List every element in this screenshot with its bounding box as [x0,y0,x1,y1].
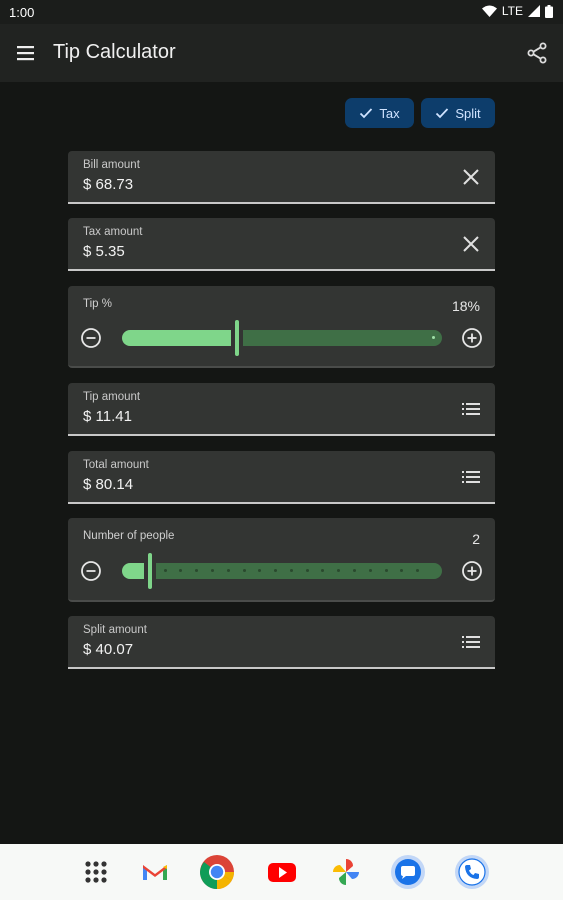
tip-slider-thumb[interactable] [235,320,239,356]
total-amount-value: $ 80.14 [83,476,134,493]
people-slider-step-dot [179,569,182,572]
tip-percent-label: Tip % [83,298,112,310]
list-icon[interactable] [459,397,483,421]
tax-chip[interactable]: Tax [345,98,414,128]
tip-amount-field: Tip amount $ 11.41 [68,383,495,436]
gmail-icon[interactable] [136,853,174,891]
status-bar: 1:00 LTE [0,0,563,24]
tax-amount-label: Tax amount [83,226,143,238]
number-of-people-card: Number of people 2 [68,518,495,602]
photos-icon[interactable] [327,853,365,891]
total-amount-label: Total amount [83,459,149,471]
tip-slider-end-dot [432,336,435,339]
dock-bar [0,844,563,900]
tax-amount-field[interactable]: Tax amount $ 5.35 [68,218,495,271]
split-amount-field: Split amount $ 40.07 [68,616,495,669]
status-time: 1:00 [9,5,35,20]
increase-tip-button[interactable] [461,327,483,349]
people-slider-step-dot [385,569,388,572]
split-chip[interactable]: Split [421,98,495,128]
tip-slider-active-track [122,330,231,346]
decrease-people-button[interactable] [80,560,102,582]
tip-slider-inactive-track [243,330,442,346]
page-title: Tip Calculator [53,41,176,63]
youtube-icon[interactable] [263,853,301,891]
people-slider-step-dot [274,569,277,572]
tax-amount-value[interactable]: $ 5.35 [83,243,125,260]
check-icon [436,108,449,119]
list-icon[interactable] [459,630,483,654]
people-slider[interactable] [122,553,442,589]
people-slider-step-dot [321,569,324,572]
people-slider-step-dot [227,569,230,572]
people-slider-step-dot [353,569,356,572]
messages-icon[interactable] [389,853,427,891]
number-of-people-value: 2 [472,531,480,547]
hamburger-menu-icon[interactable] [14,42,38,64]
people-slider-step-dot [337,569,340,572]
network-type: LTE [501,4,523,18]
people-slider-step-dot [369,569,372,572]
people-slider-thumb[interactable] [148,553,152,589]
number-of-people-label: Number of people [83,530,175,542]
people-slider-step-dot [258,569,261,572]
increase-people-button[interactable] [461,560,483,582]
tip-percent-card: Tip % 18% [68,286,495,368]
people-slider-step-dot [195,569,198,572]
chrome-icon[interactable] [198,853,236,891]
app-drawer-icon[interactable] [77,853,115,891]
split-amount-value: $ 40.07 [83,641,134,658]
tip-slider[interactable] [122,320,442,356]
tax-chip-label: Tax [379,105,400,121]
share-icon[interactable] [525,41,549,65]
people-slider-step-dot [243,569,246,572]
people-slider-active-track [122,563,144,579]
app-bar: Tip Calculator [0,24,563,82]
bill-amount-field[interactable]: Bill amount $ 68.73 [68,151,495,204]
split-amount-label: Split amount [83,624,147,636]
people-slider-step-dot [306,569,309,572]
phone-icon[interactable] [453,853,491,891]
wifi-icon [481,5,497,17]
bill-amount-label: Bill amount [83,159,140,171]
people-slider-step-dot [290,569,293,572]
clear-tax-icon[interactable] [459,232,483,256]
status-icons: LTE [481,4,553,18]
list-icon[interactable] [459,465,483,489]
signal-icon [528,5,540,17]
people-slider-step-dot [416,569,419,572]
bill-amount-value[interactable]: $ 68.73 [83,176,133,193]
decrease-tip-button[interactable] [80,327,102,349]
tip-percent-value: 18% [451,298,480,314]
people-slider-step-dot [211,569,214,572]
total-amount-field: Total amount $ 80.14 [68,451,495,504]
tip-amount-label: Tip amount [83,391,141,403]
check-icon [360,108,373,119]
battery-icon [545,4,553,18]
clear-bill-icon[interactable] [459,165,483,189]
split-chip-label: Split [455,105,481,121]
people-slider-step-dot [164,569,167,572]
people-slider-step-dot [400,569,403,572]
tip-amount-value: $ 11.41 [83,408,132,425]
